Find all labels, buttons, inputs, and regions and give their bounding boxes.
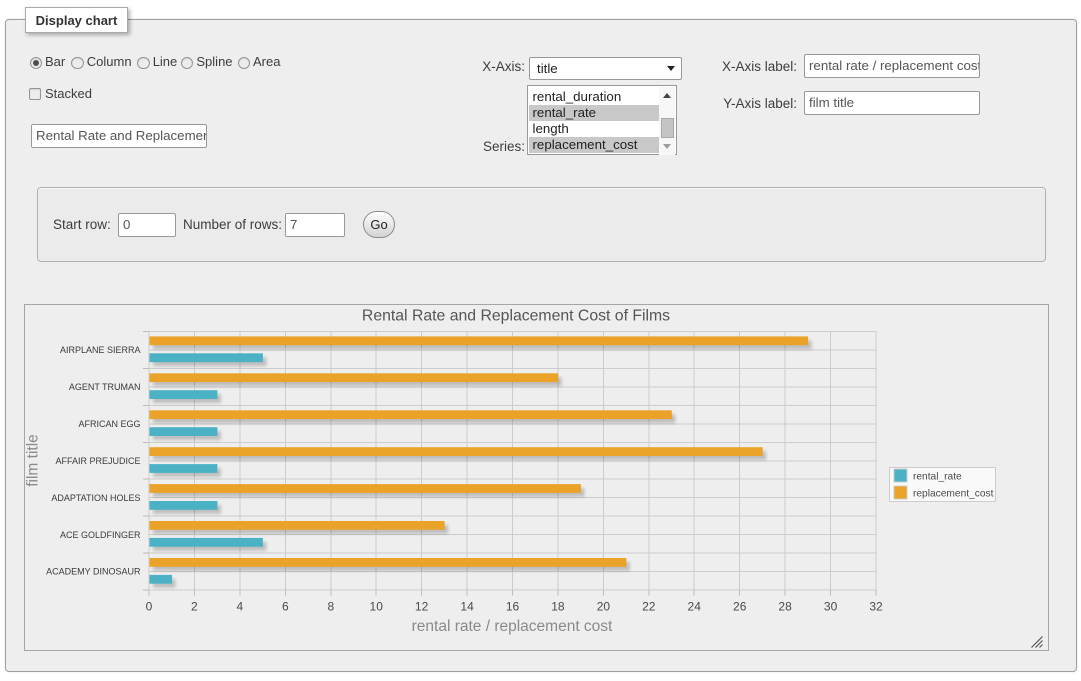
- svg-text:32: 32: [869, 600, 883, 614]
- svg-text:AFFAIR PREJUDICE: AFFAIR PREJUDICE: [55, 456, 140, 466]
- svg-text:10: 10: [370, 600, 384, 614]
- svg-text:4: 4: [237, 600, 244, 614]
- svg-text:30: 30: [824, 600, 838, 614]
- svg-text:0: 0: [146, 600, 153, 614]
- svg-text:6: 6: [282, 600, 289, 614]
- svg-text:28: 28: [778, 600, 792, 614]
- svg-text:26: 26: [733, 600, 747, 614]
- svg-text:AIRPLANE SIERRA: AIRPLANE SIERRA: [60, 345, 141, 355]
- svg-text:20: 20: [597, 600, 611, 614]
- svg-text:AGENT TRUMAN: AGENT TRUMAN: [69, 382, 141, 392]
- svg-text:rental rate / replacement cost: rental rate / replacement cost: [412, 618, 613, 635]
- svg-text:Rental Rate and Replacement Co: Rental Rate and Replacement Cost of Film…: [362, 308, 670, 325]
- svg-text:rental_rate: rental_rate: [913, 472, 962, 483]
- svg-text:ADAPTATION HOLES: ADAPTATION HOLES: [51, 493, 140, 503]
- svg-text:2: 2: [191, 600, 198, 614]
- svg-text:12: 12: [415, 600, 429, 614]
- svg-text:ACADEMY DINOSAUR: ACADEMY DINOSAUR: [46, 567, 141, 577]
- svg-text:24: 24: [688, 600, 702, 614]
- svg-text:8: 8: [327, 600, 334, 614]
- svg-text:16: 16: [506, 600, 520, 614]
- svg-text:22: 22: [642, 600, 656, 614]
- svg-text:replacement_cost: replacement_cost: [913, 489, 994, 500]
- svg-text:ACE GOLDFINGER: ACE GOLDFINGER: [60, 530, 141, 540]
- svg-text:AFRICAN EGG: AFRICAN EGG: [78, 419, 140, 429]
- svg-text:18: 18: [551, 600, 565, 614]
- svg-text:film title: film title: [25, 434, 42, 487]
- svg-text:14: 14: [460, 600, 474, 614]
